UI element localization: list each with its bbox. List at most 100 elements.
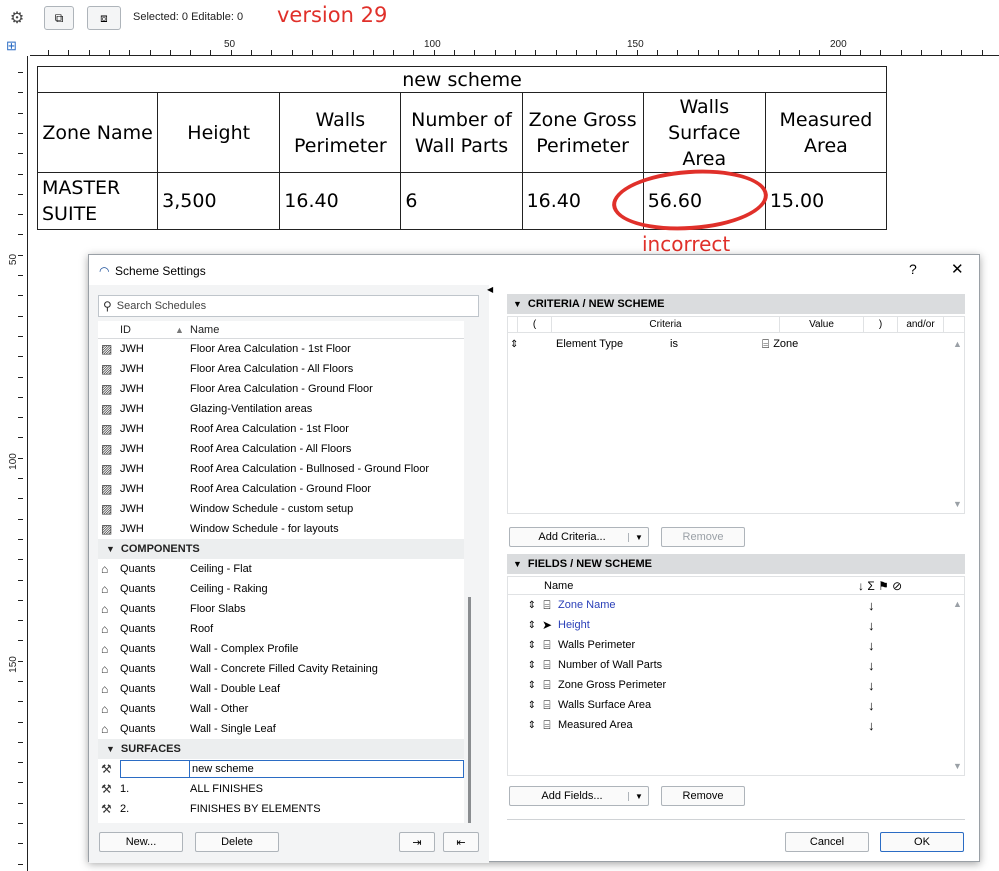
cancel-button[interactable]: Cancel xyxy=(785,832,869,852)
sort-direction-icon[interactable]: ↓ xyxy=(868,658,875,673)
item-id: JWH xyxy=(120,403,144,415)
ruler-tick xyxy=(18,458,23,459)
list-item[interactable]: ⚒ 2. FINISHES BY ELEMENTS xyxy=(98,799,464,819)
import-icon: ⇥ xyxy=(412,836,422,849)
search-field[interactable]: ⚲ Search Schedules xyxy=(98,295,479,317)
list-item[interactable]: ⌂ Quants Wall - Single Leaf xyxy=(98,719,464,739)
select-group-button[interactable]: ⧈ xyxy=(87,6,121,30)
add-criteria-button[interactable]: Add Criteria... ▼ xyxy=(509,527,649,547)
hatch-icon: ▨ xyxy=(101,342,113,356)
header-height: Height xyxy=(157,92,281,173)
fields-header[interactable]: ▼ FIELDS / NEW SCHEME xyxy=(507,554,965,574)
list-item[interactable]: ▨ JWH Window Schedule - custom setup xyxy=(98,499,464,519)
ruler-tick xyxy=(190,50,191,55)
list-item[interactable]: ⌂ Quants Wall - Other xyxy=(98,699,464,719)
list-item[interactable]: ⌂ Quants Ceiling - Flat xyxy=(98,559,464,579)
import-button[interactable]: ⇥ xyxy=(399,832,435,852)
item-id: JWH xyxy=(120,523,144,535)
surface-icon: ⚒ xyxy=(101,782,112,796)
component-icon: ⌂ xyxy=(101,562,109,576)
delete-button[interactable]: Delete xyxy=(195,832,279,852)
reorder-handle-icon[interactable]: ⇕ xyxy=(508,660,536,671)
component-icon: ⌂ xyxy=(101,622,109,636)
item-id: JWH xyxy=(120,363,144,375)
list-scrollbar[interactable] xyxy=(468,597,471,823)
col-name[interactable]: Name xyxy=(190,324,219,336)
dropdown-arrow-icon[interactable]: ▼ xyxy=(628,791,643,801)
list-item[interactable]: ▨ JWH Roof Area Calculation - All Floors xyxy=(98,439,464,459)
col-id[interactable]: ID xyxy=(120,324,175,336)
help-button[interactable]: ? xyxy=(909,261,917,277)
reorder-handle-icon[interactable]: ⇕ xyxy=(508,720,536,731)
field-name: Zone Name xyxy=(558,599,616,611)
scroll-down-icon[interactable]: ▼ xyxy=(953,499,962,509)
group-label: SURFACES xyxy=(120,743,181,755)
list-item[interactable]: ▨ JWH Roof Area Calculation - Ground Floor xyxy=(98,479,464,499)
list-item[interactable]: ⌂ Quants Wall - Double Leaf xyxy=(98,679,464,699)
group-components[interactable]: ▼ COMPONENTS xyxy=(98,539,464,559)
export-button[interactable]: ⇤ xyxy=(443,832,479,852)
list-item[interactable]: ⌂ Quants Wall - Concrete Filled Cavity Ret… xyxy=(98,659,464,679)
remove-criteria-button[interactable]: Remove xyxy=(661,527,745,547)
list-item[interactable]: ⌂ Quants Ceiling - Raking xyxy=(98,579,464,599)
ruler-tick xyxy=(576,50,577,55)
reorder-handle-icon[interactable]: ⇕ xyxy=(508,700,536,711)
sort-direction-icon[interactable]: ↓ xyxy=(868,638,875,653)
ruler-tick xyxy=(779,50,780,55)
field-row[interactable]: ⇕ ⌸ Walls Perimeter ↓ xyxy=(508,635,964,655)
close-button[interactable]: ✕ xyxy=(951,260,964,278)
field-row[interactable]: ⇕ ⌸ Number of Wall Parts ↓ xyxy=(508,655,964,675)
field-row[interactable]: ⇕ ⌸ Zone Gross Perimeter ↓ xyxy=(508,675,964,695)
list-item[interactable]: ⌂ Quants Floor Slabs xyxy=(98,599,464,619)
remove-field-button[interactable]: Remove xyxy=(661,786,745,806)
reorder-handle-icon[interactable]: ⇕ xyxy=(508,680,536,691)
add-criteria-label: Add Criteria... xyxy=(538,531,606,543)
list-item[interactable]: ▨ JWH Floor Area Calculation - Ground Floo… xyxy=(98,379,464,399)
reorder-handle-icon[interactable]: ⇕ xyxy=(508,600,536,611)
header-text: Zone Name xyxy=(42,121,153,144)
list-item[interactable]: ▨ JWH Window Schedule - for layouts xyxy=(98,519,464,539)
ruler-tick xyxy=(860,50,861,55)
settings-button[interactable]: ⚙ xyxy=(5,6,29,30)
hatch-icon: ▨ xyxy=(101,502,113,516)
list-item[interactable]: ▨ JWH Floor Area Calculation - All Floors xyxy=(98,359,464,379)
sort-direction-icon[interactable]: ↓ xyxy=(868,618,875,633)
item-id: Quants xyxy=(120,603,156,615)
list-item[interactable]: ⌂ Quants Roof xyxy=(98,619,464,639)
sort-direction-icon[interactable]: ↓ xyxy=(868,718,875,733)
new-button[interactable]: New... xyxy=(99,832,183,852)
criteria-row[interactable]: ⇕ Element Type is ⌸ Zone xyxy=(508,333,964,355)
reorder-handle-icon[interactable]: ⇕ xyxy=(508,339,532,350)
scroll-up-icon[interactable]: ▲ xyxy=(953,339,962,349)
sort-direction-icon[interactable]: ↓ xyxy=(868,598,875,613)
select-frame-button[interactable]: ⧉ xyxy=(44,6,74,30)
reorder-handle-icon[interactable]: ⇕ xyxy=(508,620,536,631)
list-item[interactable]: ⌂ Quants Wall - Complex Profile xyxy=(98,639,464,659)
ruler-tick xyxy=(18,559,23,560)
list-item[interactable]: ▨ JWH Glazing-Ventilation areas xyxy=(98,399,464,419)
item-id: Quants xyxy=(120,723,156,735)
sort-direction-icon[interactable]: ↓ xyxy=(868,698,875,713)
list-item[interactable]: ▨ JWH Floor Area Calculation - 1st Floor xyxy=(98,339,464,359)
scroll-up-icon[interactable]: ▲ xyxy=(953,599,962,609)
item-name: Wall - Other xyxy=(190,703,249,715)
field-row[interactable]: ⇕ ⌸ Walls Surface Area ↓ xyxy=(508,695,964,715)
sort-direction-icon[interactable]: ↓ xyxy=(868,678,875,693)
criteria-header[interactable]: ▼ CRITERIA / NEW SCHEME xyxy=(507,294,965,314)
ok-button[interactable]: OK xyxy=(880,832,964,852)
field-row[interactable]: ⇕ ⌸ Measured Area ↓ xyxy=(508,715,964,735)
list-item[interactable]: ▨ JWH Roof Area Calculation - Bullnosed - … xyxy=(98,459,464,479)
group-surfaces[interactable]: ▼ SURFACES xyxy=(98,739,464,759)
list-item[interactable]: ⚒ new scheme xyxy=(98,759,464,779)
reorder-handle-icon[interactable]: ⇕ xyxy=(508,640,536,651)
dropdown-arrow-icon[interactable]: ▼ xyxy=(628,532,643,542)
list-item[interactable]: ▨ JWH Roof Area Calculation - 1st Floor xyxy=(98,419,464,439)
ruler-origin-button[interactable]: ⊞ xyxy=(6,38,17,54)
add-fields-button[interactable]: Add Fields... ▼ xyxy=(509,786,649,806)
field-row[interactable]: ⇕ ⌸ Zone Name ↓ xyxy=(508,595,964,615)
list-item[interactable]: ⚒ 1. ALL FINISHES xyxy=(98,779,464,799)
ruler-tick xyxy=(961,50,962,55)
ruler-tick xyxy=(18,519,23,520)
field-row[interactable]: ⇕ ➤ Height ↓ xyxy=(508,615,964,635)
scroll-down-icon[interactable]: ▼ xyxy=(953,761,962,771)
